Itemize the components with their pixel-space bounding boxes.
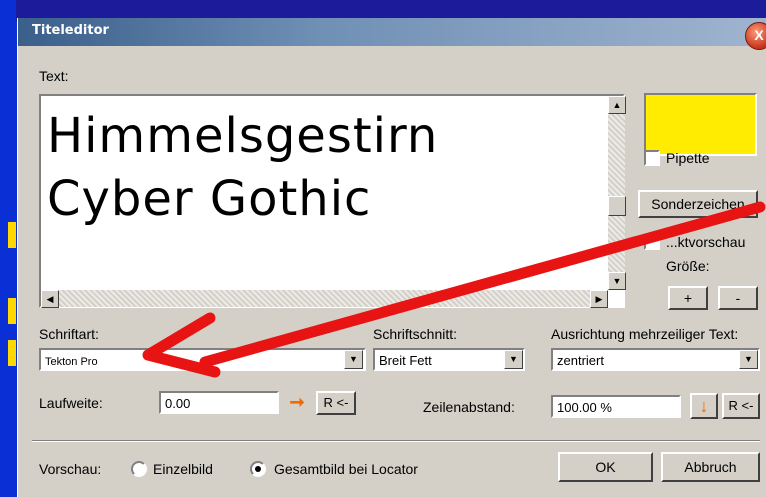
scroll-up-button[interactable]: ▲ (608, 96, 626, 114)
title-text-area[interactable]: Himmelsgestirn Cyber Gothic ▲ ▼ ◀ ▶ (39, 94, 626, 308)
preview-full-image-label: Gesamtbild bei Locator (274, 461, 418, 477)
text-label: Text: (39, 68, 69, 84)
alignment-dropdown-arrow[interactable]: ▼ (739, 350, 758, 369)
arrow-right-icon[interactable]: ➞ (284, 391, 310, 413)
background-marker (8, 222, 16, 248)
cancel-button[interactable]: Abbruch (661, 452, 760, 482)
preview-checkbox[interactable] (644, 234, 660, 250)
text-color-swatch[interactable] (644, 93, 757, 156)
close-button[interactable]: X (745, 22, 766, 50)
text-line-1: Himmelsgestirn (47, 108, 439, 164)
tracking-label: Laufweite: (39, 395, 103, 411)
size-decrease-button[interactable]: - (718, 286, 758, 310)
line-spacing-label: Zeilenabstand: (423, 399, 515, 415)
title-editor-dialog: Titeleditor X Text: Himmelsgestirn Cyber… (17, 18, 766, 497)
font-value: Tekton Pro (45, 356, 98, 368)
style-label: Schriftschnitt: (373, 326, 458, 342)
preview-full-image-radio[interactable] (250, 461, 266, 477)
preview-checkbox-label: ...ktvorschau (666, 234, 746, 250)
size-label: Größe: (666, 258, 710, 274)
line-spacing-input[interactable]: 100.00 % (551, 395, 681, 418)
tracking-reset-button[interactable]: R <- (316, 391, 356, 415)
scroll-left-button[interactable]: ◀ (41, 290, 59, 308)
preview-single-frame-label: Einzelbild (153, 461, 213, 477)
vertical-scrollbar[interactable] (608, 96, 625, 290)
alignment-select[interactable]: zentriert (551, 348, 760, 371)
font-label: Schriftart: (39, 326, 99, 342)
size-increase-button[interactable]: + (668, 286, 708, 310)
tracking-value: 0.00 (165, 396, 191, 411)
window-title: Titeleditor (32, 23, 109, 38)
font-select[interactable]: Tekton Pro (39, 348, 366, 371)
style-value: Breit Fett (379, 353, 432, 368)
alignment-value: zentriert (557, 353, 604, 368)
background-marker (8, 340, 16, 366)
line-spacing-reset-button[interactable]: R <- (722, 393, 760, 419)
font-dropdown-arrow[interactable]: ▼ (344, 350, 363, 369)
horizontal-scrollbar[interactable] (41, 290, 608, 307)
preview-single-frame-radio[interactable] (131, 461, 147, 477)
background-marker (8, 298, 16, 324)
ok-button[interactable]: OK (558, 452, 653, 482)
pipette-label: Pipette (666, 150, 710, 166)
alignment-label: Ausrichtung mehrzeiliger Text: (551, 326, 739, 342)
scroll-down-button[interactable]: ▼ (608, 272, 626, 290)
text-line-2: Cyber Gothic (47, 171, 372, 227)
scroll-thumb[interactable] (608, 196, 626, 216)
scroll-right-button[interactable]: ▶ (590, 290, 608, 308)
tracking-input[interactable]: 0.00 (159, 391, 279, 414)
title-bar[interactable]: Titeleditor (18, 18, 766, 46)
separator (32, 440, 760, 442)
arrow-down-icon[interactable]: ↓ (690, 393, 718, 419)
background-app-edge (0, 0, 16, 497)
line-spacing-value: 100.00 % (557, 400, 612, 415)
pipette-checkbox[interactable] (644, 150, 660, 166)
style-dropdown-arrow[interactable]: ▼ (504, 350, 523, 369)
special-characters-button[interactable]: Sonderzeichen (638, 190, 758, 218)
style-select[interactable]: Breit Fett (373, 348, 525, 371)
preview-label: Vorschau: (39, 461, 102, 477)
